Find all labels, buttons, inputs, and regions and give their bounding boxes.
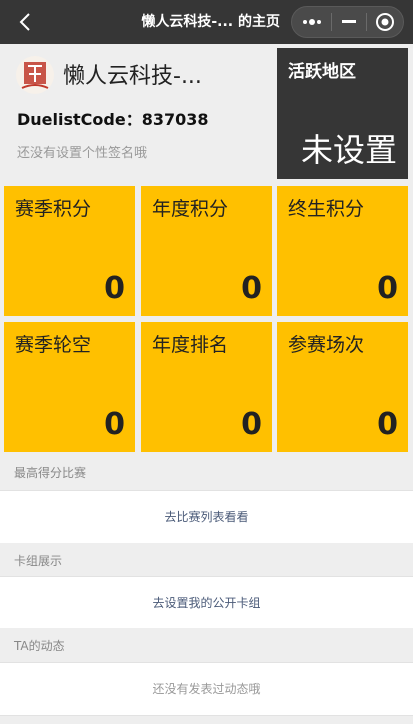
section-activity: 还没有发表过动态哦 (0, 662, 413, 716)
stat-label: 终生积分 (288, 198, 365, 220)
region-label: 活跃地区 (288, 62, 356, 82)
stat-label: 赛季积分 (15, 198, 92, 220)
stat-tile-annual-points[interactable]: 年度积分 0 (141, 186, 272, 316)
set-public-deck-link[interactable]: 去设置我的公开卡组 (152, 596, 260, 610)
empty-activity-text: 还没有发表过动态哦 (152, 682, 261, 696)
section-title-best-match: 最高得分比赛 (0, 455, 413, 491)
stats-grid: 赛季积分 0 年度积分 0 终生积分 0 赛季轮空 0 年度排名 0 参赛场次 … (4, 186, 409, 453)
stat-value: 0 (377, 407, 398, 442)
stat-tile-annual-rank[interactable]: 年度排名 0 (141, 322, 272, 452)
stat-tile-lifetime-points[interactable]: 终生积分 0 (277, 186, 408, 316)
stat-value: 0 (241, 407, 262, 442)
duelist-code: DuelistCode：837038 (17, 110, 209, 129)
minimize-icon[interactable] (332, 7, 365, 37)
stat-tile-season-byes[interactable]: 赛季轮空 0 (4, 322, 135, 452)
navigation-bar: 懒人云科技-... 的主页 (0, 0, 413, 44)
region-value: 未设置 (300, 131, 397, 169)
stat-value: 0 (241, 271, 262, 306)
stat-label: 赛季轮空 (15, 334, 92, 356)
stat-label: 参赛场次 (288, 334, 365, 356)
active-region-card[interactable]: 活跃地区 未设置 (277, 48, 408, 179)
signature-text: 还没有设置个性签名哦 (17, 146, 148, 161)
stat-value: 0 (377, 271, 398, 306)
stat-value: 0 (104, 271, 125, 306)
stat-label: 年度积分 (152, 198, 229, 220)
stat-tile-matches-played[interactable]: 参赛场次 0 (277, 322, 408, 452)
nickname: 懒人云科技-... (63, 64, 202, 89)
chevron-left-icon[interactable] (14, 10, 38, 34)
target-circle-icon[interactable] (367, 7, 403, 37)
mini-program-capsule (291, 6, 404, 38)
page-title: 懒人云科技-... 的主页 (141, 14, 280, 30)
stat-value: 0 (104, 407, 125, 442)
section-title-activity: TA的动态 (0, 628, 413, 664)
avatar[interactable] (16, 56, 54, 94)
section-deck-display: 去设置我的公开卡组 (0, 576, 413, 630)
stat-tile-season-points[interactable]: 赛季积分 0 (4, 186, 135, 316)
go-to-match-list-link[interactable]: 去比赛列表看看 (164, 510, 248, 524)
more-dots-icon[interactable] (292, 7, 331, 37)
stat-label: 年度排名 (152, 334, 229, 356)
profile-header: 懒人云科技-... DuelistCode：837038 还没有设置个性签名哦 … (0, 44, 413, 182)
section-best-match: 去比赛列表看看 (0, 490, 413, 544)
section-title-deck-display: 卡组展示 (0, 543, 413, 579)
